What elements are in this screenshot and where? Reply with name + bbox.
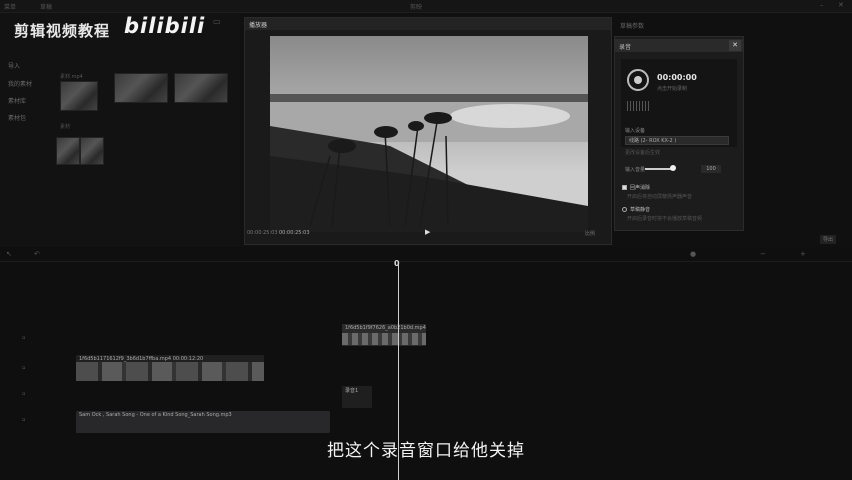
recording-title-bar: 录音 ✕ — [615, 39, 743, 52]
mic-icon[interactable]: ● — [690, 250, 696, 258]
mute-desc: 开启后录音时将不会播放草稿音频 — [627, 216, 703, 222]
record-button[interactable] — [627, 69, 649, 91]
subtitle-caption: 把这个录音窗口给他关掉 — [327, 441, 525, 461]
waveform-bar — [636, 101, 637, 111]
video-frame-image — [270, 36, 588, 232]
track-audio-icon[interactable]: ▫ — [22, 417, 25, 423]
waveform-bar — [642, 101, 643, 111]
ratio-button[interactable]: 比例 — [585, 230, 595, 237]
input-volume-slider[interactable] — [645, 168, 671, 170]
echo-checkbox[interactable] — [622, 185, 627, 190]
window-title: 剪映 — [410, 4, 423, 11]
title-bar: 菜单 草稿 剪映 – ✕ — [0, 0, 852, 13]
clip-label: Sam Ock , Sarah Song - One of a Kind Son… — [79, 412, 232, 418]
select-tool-icon[interactable]: ↖ — [6, 250, 12, 258]
side-item-library[interactable]: 素材库 — [8, 96, 26, 105]
media-thumb[interactable] — [60, 81, 98, 111]
clip-thumbnails — [76, 362, 264, 381]
close-window-icon[interactable]: ✕ — [838, 1, 844, 9]
timeline-clip[interactable]: Sam Ock , Sarah Song - One of a Kind Son… — [76, 411, 330, 433]
mute-radio[interactable] — [622, 207, 627, 212]
mute-label: 草稿静音 — [630, 207, 651, 213]
media-thumb[interactable] — [114, 73, 168, 103]
clip-label: 1f6d5b1f9f7626_a0b21b0d.mp4 — [345, 325, 426, 331]
zoom-in-icon[interactable]: + — [800, 250, 806, 258]
track-audio-icon[interactable]: ▫ — [22, 391, 25, 397]
current-time: 00:00:25:03 — [247, 230, 278, 236]
player-header: 播放器 — [245, 18, 611, 30]
input-device-value: 线路 (2- ROX KX-2 ) — [629, 138, 677, 144]
echo-desc: 开启后将自动屏蔽扬声器声音 — [627, 194, 693, 200]
waveform-bar — [648, 101, 649, 111]
timeline-clip[interactable]: 录音1 — [342, 386, 372, 408]
app-menu-item-1[interactable]: 草稿 — [40, 2, 52, 11]
track-lock-icon[interactable]: ▫ — [22, 335, 25, 341]
recording-panel: 录音 ✕ 00:00:00 点击开始录制 输入设备 线路 (2- ROX KX-… — [614, 36, 744, 231]
side-item-my-media[interactable]: 我的素材 — [8, 79, 32, 88]
input-device-label: 输入设备 — [625, 128, 646, 134]
input-volume-label: 输入音量 — [625, 167, 646, 173]
player-panel: 播放器 00:00:25:03 00:00:25:03 ▶ 比例 — [244, 17, 612, 245]
timeline-toolbar: ↖ ↶ ● − + — [0, 247, 852, 262]
watermark-title: 剪辑视频教程 — [14, 22, 111, 40]
media-thumb[interactable] — [80, 137, 104, 165]
media-thumb[interactable] — [174, 73, 228, 103]
bilibili-logo: bilibili — [124, 14, 206, 38]
app-menu-item-0[interactable]: 菜单 — [4, 2, 16, 11]
undo-icon[interactable]: ↶ — [34, 250, 40, 258]
draft-params-header: 草稿参数 — [620, 23, 645, 30]
player-title: 播放器 — [249, 22, 268, 29]
waveform-bar — [627, 101, 628, 111]
export-button[interactable]: 导出 — [820, 235, 837, 244]
waveform-bar — [633, 101, 634, 111]
folder-icon[interactable]: ▭ — [213, 17, 221, 26]
waveform-bar — [645, 101, 646, 111]
track-eye-icon[interactable]: ▫ — [22, 365, 25, 371]
zoom-out-icon[interactable]: − — [760, 250, 766, 258]
media-label: 素材.mp4 — [60, 74, 83, 80]
echo-label: 回声消除 — [630, 185, 651, 191]
total-time: 00:00:25:03 — [279, 230, 310, 236]
media-panel: 导入 我的素材 素材库 素材包 素材.mp4 素材 ▭ — [0, 13, 240, 248]
slider-knob[interactable] — [670, 165, 676, 171]
side-item-package[interactable]: 素材包 — [8, 113, 26, 122]
record-timer: 00:00:00 — [657, 73, 697, 82]
input-volume-value[interactable]: 100 — [701, 165, 721, 173]
side-item-import[interactable]: 导入 — [8, 61, 20, 70]
clip-thumbnails — [342, 333, 426, 345]
playhead-label: 0 — [394, 259, 400, 268]
waveform-bar — [639, 101, 640, 111]
close-icon[interactable]: ✕ — [729, 40, 741, 51]
media-thumb[interactable] — [56, 137, 80, 165]
input-device-select[interactable]: 线路 (2- ROX KX-2 ) — [625, 136, 729, 145]
minimize-icon[interactable]: – — [820, 1, 824, 9]
media-label: 素材 — [60, 124, 71, 130]
recording-title: 录音 — [619, 44, 632, 51]
clip-label: 录音1 — [345, 388, 359, 394]
play-icon[interactable]: ▶ — [425, 228, 433, 237]
timeline-clip[interactable]: 1f6d5b1171612f9_3b6d1b7ffba.mp4 00:00:12… — [76, 355, 264, 381]
timeline-clip[interactable]: 1f6d5b1f9f7626_a0b21b0d.mp4 — [342, 324, 426, 346]
device-hint: 更改设备后生效 — [625, 150, 661, 156]
waveform-bar — [630, 101, 631, 111]
record-status: 点击开始录制 — [657, 86, 688, 92]
video-preview[interactable] — [270, 36, 588, 232]
